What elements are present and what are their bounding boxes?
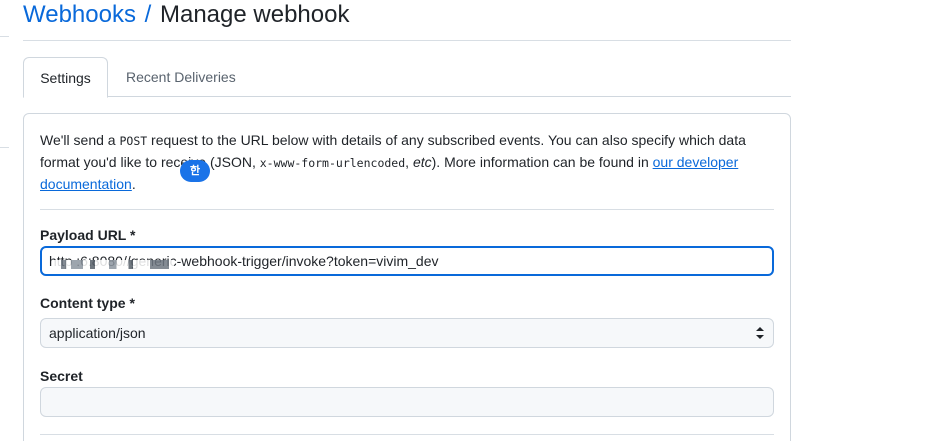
- ime-language-indicator: 한: [180, 160, 210, 182]
- page-title: Webhooks / Manage webhook: [23, 0, 791, 41]
- tab-recent-deliveries[interactable]: Recent Deliveries: [110, 57, 252, 98]
- section-divider: [40, 434, 774, 435]
- select-updown-icon: [756, 327, 764, 339]
- breadcrumb-separator: /: [144, 1, 152, 28]
- edge-divider: [0, 147, 9, 148]
- intro-text-part: ,: [405, 154, 413, 170]
- content-type-value: application/json: [49, 325, 146, 341]
- webhook-settings-page: Webhooks / Manage webhook Settings Recen…: [0, 0, 932, 441]
- section-divider: [40, 209, 774, 210]
- content-type-label: Content type *: [40, 295, 135, 311]
- content-type-select[interactable]: application/json: [40, 318, 774, 348]
- intro-etc: etc: [412, 154, 432, 170]
- secret-label: Secret: [40, 368, 83, 384]
- secret-input[interactable]: [40, 387, 774, 417]
- payload-url-label: Payload URL *: [40, 227, 136, 243]
- tab-bar: Settings Recent Deliveries: [23, 57, 791, 98]
- intro-text-part: .: [131, 176, 136, 192]
- intro-text: We'll send a POST request to the URL bel…: [40, 130, 780, 195]
- intro-text-part: We'll send a: [40, 132, 120, 148]
- breadcrumb-webhooks-link[interactable]: Webhooks: [23, 1, 136, 28]
- edge-divider: [0, 36, 9, 37]
- intro-code-format: x-www-form-urlencoded: [259, 156, 406, 170]
- breadcrumb-current: Manage webhook: [159, 1, 350, 28]
- payload-url-input[interactable]: http :6:8080//generic-webhook-trigger/in…: [40, 246, 774, 276]
- tab-settings[interactable]: Settings: [23, 57, 108, 98]
- webhook-form-panel: We'll send a POST request to the URL bel…: [23, 113, 791, 441]
- intro-code-post: POST: [119, 134, 148, 148]
- intro-text-part: ). More information can be found in: [431, 154, 653, 170]
- redaction-mask: [54, 260, 174, 269]
